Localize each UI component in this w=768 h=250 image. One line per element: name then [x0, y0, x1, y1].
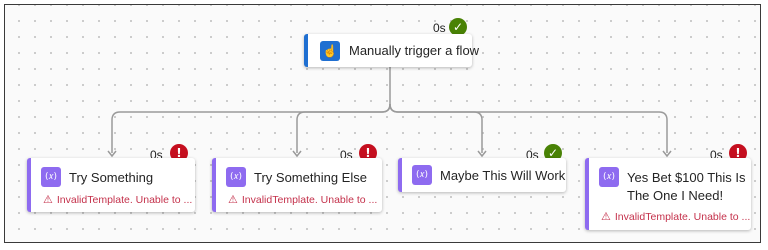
error-message[interactable]: ⚠ InvalidTemplate. Unable to ...: [601, 210, 750, 223]
action-card-try-something-else[interactable]: (𝑥) Try Something Else ⚠ InvalidTemplate.…: [212, 158, 382, 212]
action-title: Try Something Else: [254, 170, 367, 185]
expression-icon: (𝑥): [599, 167, 619, 187]
error-message[interactable]: ⚠ InvalidTemplate. Unable to ...: [228, 193, 377, 206]
error-text: InvalidTemplate. Unable to ...: [614, 211, 751, 223]
error-text: InvalidTemplate. Unable to ...: [241, 194, 378, 206]
warning-icon: ⚠: [43, 193, 53, 206]
action-card-try-something[interactable]: (𝑥) Try Something ⚠ InvalidTemplate. Unab…: [27, 158, 195, 212]
error-message[interactable]: ⚠ InvalidTemplate. Unable to ...: [43, 193, 192, 206]
action-title: Try Something: [69, 170, 154, 185]
trigger-duration: 0s: [433, 21, 446, 35]
expression-icon: (𝑥): [412, 165, 432, 185]
expression-icon: (𝑥): [41, 167, 61, 187]
trigger-card[interactable]: ☝ Manually trigger a flow: [304, 34, 479, 67]
action-card-yes-bet[interactable]: (𝑥) Yes Bet $100 This Is The One I Need!…: [585, 158, 751, 230]
action-title: Yes Bet $100 This Is The One I Need!: [627, 170, 746, 203]
warning-icon: ⚠: [601, 210, 611, 223]
expression-icon: (𝑥): [226, 167, 246, 187]
warning-icon: ⚠: [228, 193, 238, 206]
action-title: Maybe This Will Work: [440, 168, 566, 183]
action-card-maybe-this-will-work[interactable]: (𝑥) Maybe This Will Work: [398, 158, 566, 192]
trigger-label: Manually trigger a flow: [349, 43, 480, 58]
hand-tap-icon: ☝: [320, 41, 340, 61]
error-text: InvalidTemplate. Unable to ...: [56, 194, 193, 206]
